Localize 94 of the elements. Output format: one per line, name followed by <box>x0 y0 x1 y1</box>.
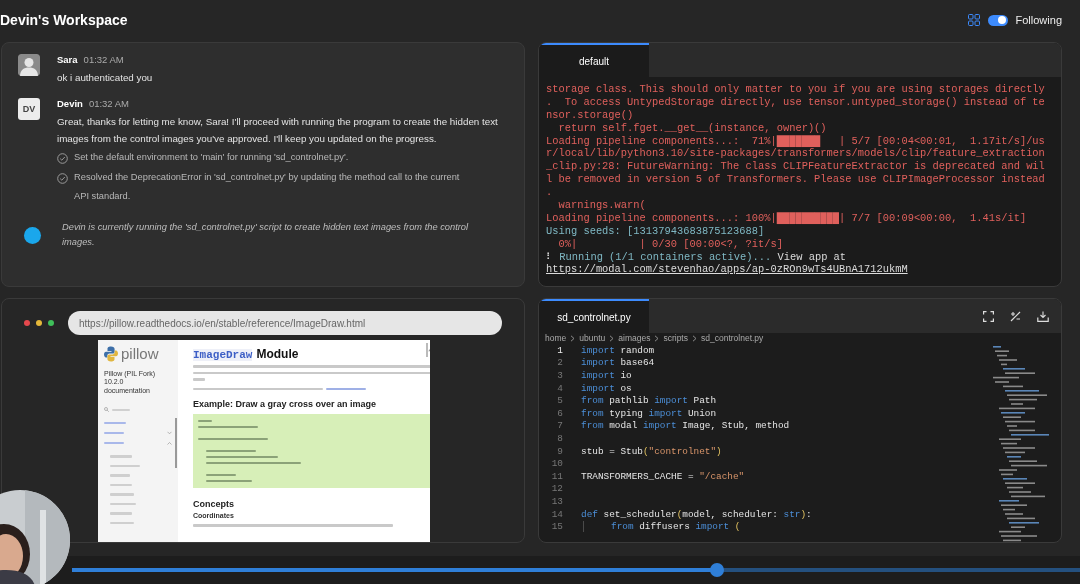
window-control-dot[interactable] <box>24 320 30 326</box>
code-line: from typing import Union <box>581 407 717 419</box>
blurred-text <box>110 493 134 496</box>
step-text: Resolved the DeprecationError in 'sd_controlnet.py' by updating the method call to the current API standard. <box>74 171 461 203</box>
line-number: 7 <box>556 420 563 432</box>
line-number: 9 <box>556 445 563 457</box>
line-number: 4 <box>556 382 563 394</box>
blurred-text <box>112 408 130 411</box>
fullscreen-icon[interactable] <box>983 310 994 322</box>
blurred-text <box>110 483 132 487</box>
following-label: Following <box>1015 14 1062 26</box>
line-number: 12 <box>550 483 563 495</box>
window-control-dot[interactable] <box>48 320 54 326</box>
tab[interactable]: sd_controlnet.py <box>539 299 649 333</box>
chevron-right-icon <box>691 334 697 342</box>
terminal-line: _clip.py:28: FutureWarning: The class CLIPFeatureExtractor is deprecated and wil <box>546 160 1046 174</box>
chevron-right-icon <box>654 334 660 342</box>
breadcrumb-item[interactable]: home <box>545 333 567 343</box>
line-number: 8 <box>556 432 563 444</box>
blurred-text <box>110 502 136 506</box>
address-bar[interactable]: https://pillow.readthedocs.io/en/stable/reference/ImageDraw.html <box>68 311 502 335</box>
terminal-line: Loading pipeline components...: 71%|███████ | 5/7 [00:04<00:01, 1.17it/s]/us <box>546 134 1046 148</box>
section-heading: Concepts <box>193 499 235 509</box>
search-icon <box>104 407 109 413</box>
line-number: 2 <box>556 357 563 369</box>
code-line: from modal import Image, Stub, method <box>581 420 790 432</box>
step-text: Set the default environment to 'main' for running 'sd_controlnet.py'. <box>74 151 350 164</box>
page-heading: Module <box>256 347 299 361</box>
line-number: 5 <box>556 395 563 407</box>
video-progress-handle[interactable] <box>710 563 725 577</box>
toggle-switch[interactable] <box>987 14 1008 26</box>
heading-code: ImageDraw <box>193 349 253 361</box>
blurred-text <box>110 455 132 458</box>
code-line: TRANSFORMERS_CACHE = "/cache" <box>581 470 745 482</box>
terminal-line: warnings.warn( <box>557 199 647 212</box>
terminal-line: l be removed in version 5 of Transformers. Please use CLIPImageProcessor instead <box>546 173 1046 187</box>
terminal-line: . To access UntypedStorage directly, use tensor.untyped_storage() instead of te <box>546 95 1046 109</box>
section-heading: Example: Draw a gray cross over an image <box>193 399 378 409</box>
terminal-line: r/local/lib/python3.10/site-packages/transformers/models/clip/feature_extraction <box>546 147 1046 161</box>
line-number: 13 <box>550 495 563 507</box>
terminal-line: . <box>546 186 554 199</box>
line-number: 3 <box>556 370 563 381</box>
blurred-text <box>110 521 134 525</box>
scrollbar[interactable] <box>175 418 177 468</box>
code-line: import os <box>581 382 632 394</box>
terminal-line: Using seeds: [13137943683875123688] <box>546 224 766 238</box>
message-time: 01:32 AM <box>88 98 129 109</box>
percent-icon[interactable] <box>1010 310 1021 322</box>
code-line: from pathlib import Path <box>581 395 717 407</box>
window-control-dot[interactable] <box>36 320 42 326</box>
blurred-text <box>110 512 132 515</box>
breadcrumb-item[interactable]: aimages <box>618 333 651 343</box>
status-text: Devin is currently running the 'sd_controlnet.py' script to create hidden text images from the control images. <box>62 221 470 249</box>
message-text: Great, thanks for letting me know, Sara! I'll proceed with running the program to create the hidden text images from the control images you've approved. I'll keep you updated on the progress. <box>57 115 499 146</box>
line-number: 15 <box>550 521 563 533</box>
line-number: 6 <box>556 407 563 419</box>
code-line: def set_scheduler(model, scheduler: str): <box>581 508 812 520</box>
terminal-line: return self.fget.__get__(instance, owner)() <box>557 121 828 135</box>
terminal-link[interactable]: https://modal.com/stevenhao/apps/ap-0zROn9wTs4UBnA1712ukmM <box>546 263 1057 277</box>
terminal-line: ⠇ Running (1/1 containers active)... View app at <box>546 250 848 264</box>
breadcrumb-item[interactable]: sd_controlnet.py <box>700 333 764 343</box>
tab[interactable]: default <box>539 43 649 77</box>
chevron-right-icon <box>570 334 576 342</box>
blurred-text <box>110 474 130 477</box>
breadcrumb-item[interactable]: ubuntu <box>579 333 606 343</box>
breadcrumb-item[interactable]: scripts <box>663 333 688 343</box>
line-number: 10 <box>550 458 563 470</box>
terminal-line: 0%| | 0/30 [00:00<?, ?it/s] <box>557 237 784 251</box>
blurred-text <box>193 378 205 381</box>
message-text: ok i authenticated you <box>57 71 154 85</box>
code-line: import io <box>581 370 632 381</box>
code-line: import random <box>581 344 655 356</box>
line-number: 14 <box>550 508 563 520</box>
avatar-badge: DV <box>18 98 40 120</box>
avatar-icon <box>18 54 40 76</box>
terminal-line: Loading pipeline components...: 100%|██████████| 7/7 [00:09<00:00, 1.41s/it] <box>546 211 1028 225</box>
logo-text: pillow <box>121 345 159 362</box>
line-number: 1 <box>556 344 563 356</box>
code-line: from diffusers import ( <box>583 521 741 533</box>
terminal-line: nsor.storage() <box>546 108 635 122</box>
chevron-right-icon <box>609 334 615 342</box>
code-line: stub = Stub("controlnet") <box>581 445 722 457</box>
scrollbar[interactable] <box>426 343 428 357</box>
download-icon[interactable] <box>1037 310 1049 322</box>
message-time: 01:32 AM <box>83 54 124 65</box>
author-name: Devin <box>57 98 83 109</box>
blurred-text <box>110 464 140 468</box>
line-number: 11 <box>550 470 563 482</box>
code-line: import base64 <box>581 357 655 369</box>
workspace-title: Devin's Workspace <box>0 12 128 28</box>
python-logo-icon <box>104 345 118 362</box>
grid-icon[interactable] <box>967 14 980 26</box>
author-name: Sara <box>57 54 78 65</box>
terminal-line: storage class. This should only matter to you if you are using storages directly <box>546 83 1046 96</box>
